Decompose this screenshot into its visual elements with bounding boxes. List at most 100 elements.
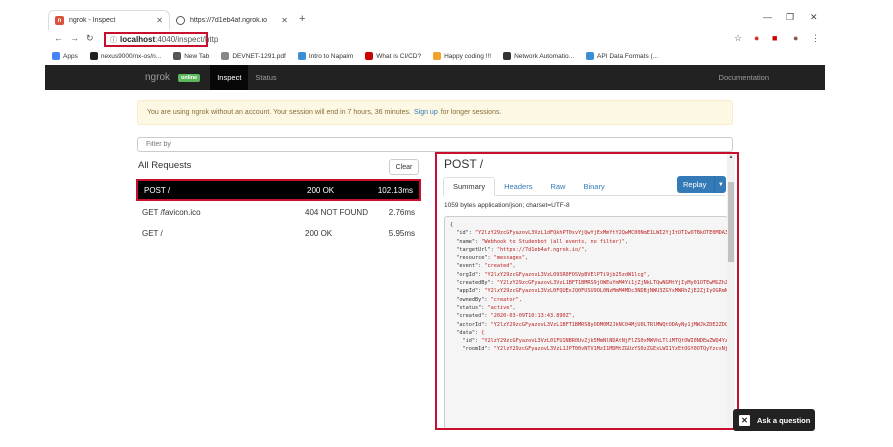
replay-label: Replay bbox=[683, 180, 707, 189]
close-icon[interactable]: ✕ bbox=[281, 16, 288, 25]
info-icon[interactable]: ⓘ bbox=[110, 35, 117, 45]
code-line: "id": "Y2lzY29zcGFyazovL3VzL1dFQkhPT0svY… bbox=[450, 230, 728, 237]
bookmark-item[interactable]: What is CI/CD? bbox=[365, 52, 421, 60]
alert-text-end: for longer sessions. bbox=[440, 109, 502, 116]
reload-icon[interactable]: ↻ bbox=[86, 33, 94, 44]
nav-link-inspect[interactable]: Inspect bbox=[210, 65, 249, 90]
window-close-icon[interactable]: ✕ bbox=[810, 12, 818, 23]
bookmark-item[interactable]: Apps bbox=[52, 52, 78, 60]
code-line: "orgId": "Y2lzY29zcGFyazovL3VzL09SR0FOSV… bbox=[450, 271, 650, 278]
globe-icon bbox=[176, 15, 185, 25]
json-body: { "id": "Y2lzY29zcGFyazovL3VzL1dFQkhPT0s… bbox=[444, 216, 728, 428]
browser-tab-ngrok-url[interactable]: https://7d1eb4af.ngrok.io ✕ bbox=[170, 10, 294, 30]
detail-tabs: Summary Headers Raw Binary bbox=[443, 177, 614, 196]
bookmark-label: Apps bbox=[63, 52, 78, 60]
url-path: :4040/inspect/http bbox=[155, 35, 219, 44]
bookmark-label: What is CI/CD? bbox=[376, 52, 422, 60]
bookmark-item[interactable]: API Data Formats (... bbox=[586, 52, 658, 60]
request-status: 200 OK bbox=[307, 185, 335, 195]
menu-icon[interactable]: ⋮ bbox=[811, 33, 820, 44]
code-line: "ownedBy": "creator", bbox=[450, 296, 522, 303]
bookmark-label: API Data Formats (... bbox=[597, 52, 659, 60]
alert-text: You are using ngrok without an account. … bbox=[147, 109, 411, 116]
ngrok-navbar: ngrok online Inspect Status Documentatio… bbox=[45, 65, 825, 90]
cloud-icon bbox=[297, 52, 306, 60]
close-icon[interactable]: ✕ bbox=[739, 414, 750, 426]
bookmark-item[interactable]: Happy coding !!! bbox=[433, 52, 491, 60]
request-row[interactable]: POST / 200 OK 102.13ms bbox=[136, 179, 421, 201]
request-duration: 5.95ms bbox=[388, 228, 415, 238]
extension-icon[interactable]: ● bbox=[754, 33, 759, 43]
request-method: GET / bbox=[142, 228, 163, 238]
close-icon[interactable]: ✕ bbox=[156, 16, 163, 25]
tab-raw[interactable]: Raw bbox=[541, 177, 574, 196]
filter-input[interactable] bbox=[137, 137, 733, 152]
browser-tab-strip: n ngrok - Inspect ✕ https://7d1eb4af.ngr… bbox=[0, 0, 893, 30]
bookmark-item[interactable]: Network Automatio... bbox=[503, 52, 574, 60]
bookmark-item[interactable]: New Tab bbox=[173, 52, 209, 60]
code-line: "event": "created", bbox=[450, 263, 516, 270]
request-method: POST / bbox=[144, 185, 171, 195]
request-row[interactable]: GET / 200 OK 5.95ms bbox=[136, 222, 421, 244]
address-bar[interactable]: ⓘ localhost:4040/inspect/http bbox=[104, 32, 218, 47]
bookmark-item[interactable]: Intro to Napalm bbox=[297, 52, 353, 60]
bookmark-label: DEVNET-1291.pdf bbox=[232, 52, 286, 60]
github-icon bbox=[89, 52, 98, 60]
url-host: localhost bbox=[120, 35, 156, 44]
maximize-icon[interactable]: ❐ bbox=[786, 12, 794, 23]
code-line: "appId": "Y2lzY29zcGFyazovL3VzL0FQUExJQ0… bbox=[450, 288, 728, 295]
star-icon[interactable]: ☆ bbox=[734, 33, 742, 44]
request-detail-panel: POST / Summary Headers Raw Binary Replay… bbox=[435, 152, 739, 430]
request-row[interactable]: GET /favicon.ico 404 NOT FOUND 2.76ms bbox=[136, 201, 421, 223]
tab-title: ngrok - Inspect bbox=[69, 17, 116, 24]
minimize-icon[interactable]: — bbox=[763, 12, 772, 22]
nav-link-documentation[interactable]: Documentation bbox=[719, 73, 769, 82]
pdf-icon bbox=[221, 52, 230, 60]
browser-tab-ngrok-inspect[interactable]: n ngrok - Inspect ✕ bbox=[48, 10, 170, 30]
tab-binary[interactable]: Binary bbox=[574, 177, 613, 196]
chrome-icon bbox=[173, 52, 182, 60]
request-method: GET /favicon.ico bbox=[142, 207, 201, 217]
bookmark-label: nexus9000/nx-os/n... bbox=[100, 52, 162, 60]
code-line: "status": "active", bbox=[450, 304, 516, 311]
back-icon[interactable]: ← bbox=[54, 33, 63, 43]
code-line: "createdBy": "Y2lzY29zcGFyazovL3VzL1BFT1… bbox=[450, 280, 728, 287]
bookmark-label: New Tab bbox=[184, 52, 210, 60]
tab-headers[interactable]: Headers bbox=[495, 177, 541, 196]
tab-title: https://7d1eb4af.ngrok.io bbox=[190, 16, 268, 24]
request-duration: 2.76ms bbox=[388, 207, 415, 217]
code-line: "data": { bbox=[450, 329, 485, 336]
nav-link-status[interactable]: Status bbox=[248, 65, 283, 90]
session-warning-alert: You are using ngrok without an account. … bbox=[137, 100, 733, 125]
apps-grid-icon bbox=[52, 52, 60, 60]
caret-down-icon[interactable]: ▼ bbox=[714, 176, 726, 193]
detail-title: POST / bbox=[444, 157, 484, 171]
clear-button[interactable]: Clear bbox=[389, 159, 419, 175]
new-tab-button[interactable]: + bbox=[299, 13, 305, 25]
code-line: "resource": "messages", bbox=[450, 255, 529, 262]
request-status: 404 NOT FOUND bbox=[305, 207, 368, 217]
code-line: { bbox=[450, 222, 454, 228]
bookmark-label: Network Automatio... bbox=[514, 52, 575, 60]
ask-question-button[interactable]: ✕ Ask a question bbox=[733, 409, 815, 431]
brand-logo[interactable]: ngrok bbox=[145, 72, 170, 83]
redhat-icon bbox=[365, 52, 374, 60]
tab-summary[interactable]: Summary bbox=[443, 177, 496, 196]
code-line: "actorId": "Y2lzY29zcGFyazovL3VzL1BFT1BM… bbox=[450, 321, 728, 328]
ngrok-favicon-icon: n bbox=[55, 16, 64, 25]
replay-button[interactable]: Replay ▼ bbox=[677, 176, 727, 193]
bookmark-label: Happy coding !!! bbox=[444, 52, 492, 60]
ask-question-label: Ask a question bbox=[757, 415, 811, 425]
bookmark-item[interactable]: DEVNET-1291.pdf bbox=[221, 52, 286, 60]
avatar[interactable]: ● bbox=[793, 33, 798, 43]
extension-red-icon[interactable]: ■ bbox=[772, 33, 777, 43]
scrollbar-thumb[interactable] bbox=[728, 182, 734, 262]
content-meta: 1059 bytes application/json; charset=UTF… bbox=[444, 202, 570, 209]
code-line: "roomId": "Y2lzY29zcGFyazovL3VzL1JPT00vN… bbox=[450, 346, 728, 353]
code-line: "name": "Webhook to Studenbot (all event… bbox=[450, 238, 629, 245]
forward-icon[interactable]: → bbox=[70, 33, 79, 43]
sign-up-link[interactable]: Sign up bbox=[414, 109, 438, 116]
doc-icon bbox=[503, 52, 512, 60]
scroll-up-icon[interactable]: ▲ bbox=[727, 154, 735, 160]
bookmark-item[interactable]: nexus9000/nx-os/n... bbox=[89, 52, 162, 60]
